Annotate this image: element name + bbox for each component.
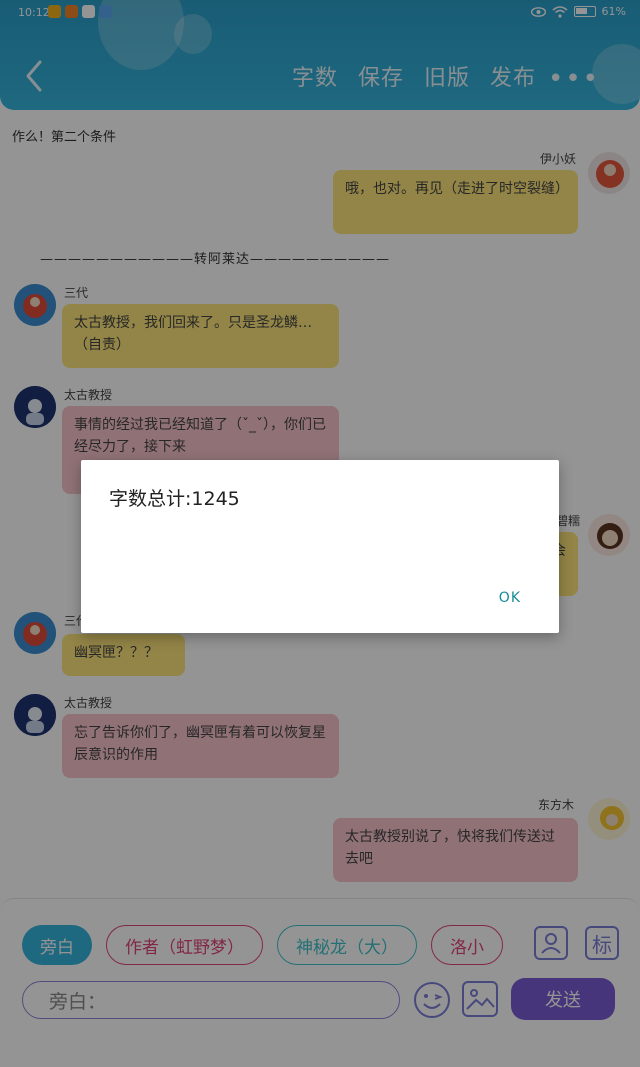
ok-button[interactable]: OK: [499, 590, 521, 606]
word-count-dialog: 字数总计:1245 OK: [81, 460, 559, 633]
dialog-message: 字数总计:1245: [109, 488, 240, 510]
